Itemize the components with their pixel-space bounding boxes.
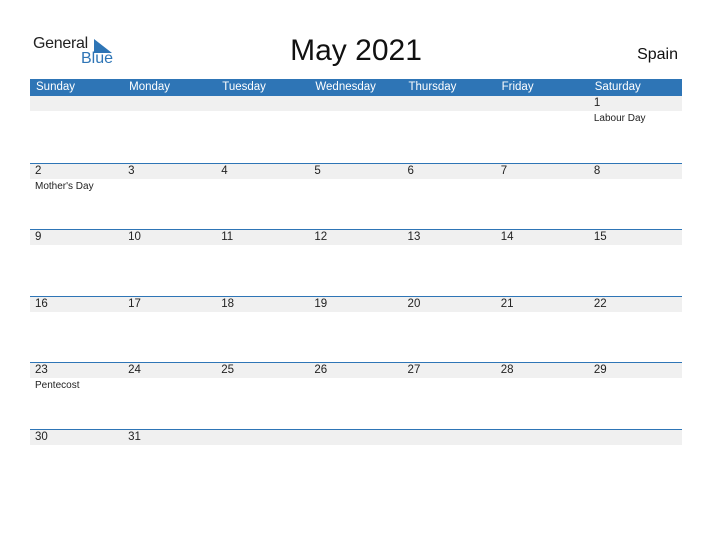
day-cell: 10 [123, 230, 216, 296]
day-cell: 22 [589, 297, 682, 363]
holiday-label: Pentecost [35, 380, 80, 392]
day-number: 19 [314, 297, 328, 310]
day-number: 11 [221, 231, 234, 244]
week-row: 23 Pentecost 24 25 26 27 28 29 [30, 362, 682, 429]
day-cell: 18 [216, 297, 309, 363]
day-cell [216, 430, 309, 496]
day-cell [123, 96, 216, 163]
day-number: 24 [128, 364, 141, 377]
day-number: 18 [221, 297, 235, 310]
day-cell: 4 [216, 164, 309, 230]
day-cell: 19 [309, 297, 402, 363]
day-cell: 3 [123, 164, 216, 230]
week-row: 16 17 18 19 20 21 22 [30, 295, 682, 363]
day-cell: 16 [30, 297, 123, 363]
day-number: 13 [407, 231, 421, 244]
day-number: 15 [593, 231, 607, 244]
day-number: 5 [314, 164, 321, 177]
day-cell: 31 [123, 430, 216, 496]
day-cell: 24 [123, 363, 216, 429]
week-row: 2 Mother's Day 3 4 5 6 7 8 [30, 162, 682, 230]
day-number: 3 [128, 164, 135, 177]
day-number: 16 [35, 297, 48, 310]
day-number: 22 [593, 297, 607, 310]
day-cell: 29 [589, 363, 682, 429]
day-number: 29 [593, 364, 607, 377]
day-cell: 21 [496, 297, 589, 363]
day-number: 9 [35, 231, 42, 244]
day-number: 23 [35, 364, 48, 377]
weekday-wednesday: Wednesday [315, 81, 376, 93]
day-cell: 28 [496, 363, 589, 429]
day-number: 27 [407, 364, 421, 377]
day-number: 1 [593, 97, 601, 109]
day-cell: 6 [403, 164, 496, 230]
weekday-friday: Friday [501, 81, 534, 93]
day-cell: 2 Mother's Day [30, 164, 123, 230]
day-cell [216, 96, 309, 163]
day-cell: 30 [30, 430, 123, 496]
day-cell: 8 [589, 164, 682, 230]
page-title: May 2021 [290, 34, 422, 67]
day-cell: 11 [216, 230, 309, 296]
day-number: 4 [221, 164, 228, 177]
day-number: 14 [500, 231, 514, 244]
weekday-saturday: Saturday [594, 81, 641, 93]
day-number: 30 [35, 430, 48, 443]
holiday-label: Labour Day [593, 113, 646, 124]
weekday-tuesday: Tuesday [222, 81, 266, 93]
day-cell [309, 96, 402, 163]
day-number: 17 [128, 297, 141, 310]
day-number: 7 [500, 164, 508, 177]
day-number: 21 [500, 297, 514, 310]
weekday-monday: Monday [129, 81, 171, 93]
day-cell: 15 [589, 230, 682, 296]
country-label: Spain [637, 46, 678, 63]
day-cell [403, 96, 496, 163]
weekday-sunday: Sunday [36, 81, 76, 93]
week-row: 9 10 11 12 13 14 15 [30, 229, 682, 296]
calendar-grid: Sunday Monday Tuesday Wednesday Thursday Frid… [30, 79, 682, 496]
day-cell: 13 [403, 230, 496, 296]
day-cell [496, 96, 589, 163]
day-cell: 26 [309, 363, 402, 429]
day-cell: 27 [403, 363, 496, 429]
day-cell: 14 [496, 230, 589, 296]
day-number: 20 [407, 297, 421, 310]
day-cell: 12 [309, 230, 402, 296]
day-cell: 5 [309, 164, 402, 230]
day-number: 6 [407, 164, 414, 177]
day-number: 8 [593, 164, 601, 177]
day-cell: 7 [496, 164, 589, 230]
day-number: 31 [128, 430, 141, 443]
holiday-label: Mother's Day [35, 180, 94, 192]
day-cell [403, 430, 496, 496]
week-row: 30 31 [30, 428, 682, 496]
day-number: 10 [128, 231, 141, 244]
weekday-thursday: Thursday [408, 81, 457, 93]
day-cell: 20 [403, 297, 496, 363]
day-number: 12 [314, 231, 328, 244]
weekday-header: Sunday Monday Tuesday Wednesday Thursday Frid… [30, 79, 682, 96]
day-cell: 1 Labour Day [589, 96, 682, 163]
week-row: 1 Labour Day [30, 96, 682, 163]
day-cell: 23 Pentecost [30, 363, 123, 429]
day-cell: 17 [123, 297, 216, 363]
day-number: 26 [314, 364, 328, 377]
day-number: 2 [35, 164, 42, 177]
day-cell [496, 430, 589, 496]
day-number: 28 [500, 364, 514, 377]
day-cell: 25 [216, 363, 309, 429]
day-number: 25 [221, 364, 235, 377]
day-cell: 9 [30, 230, 123, 296]
day-cell [30, 96, 123, 163]
day-cell [589, 430, 682, 496]
day-cell [309, 430, 402, 496]
